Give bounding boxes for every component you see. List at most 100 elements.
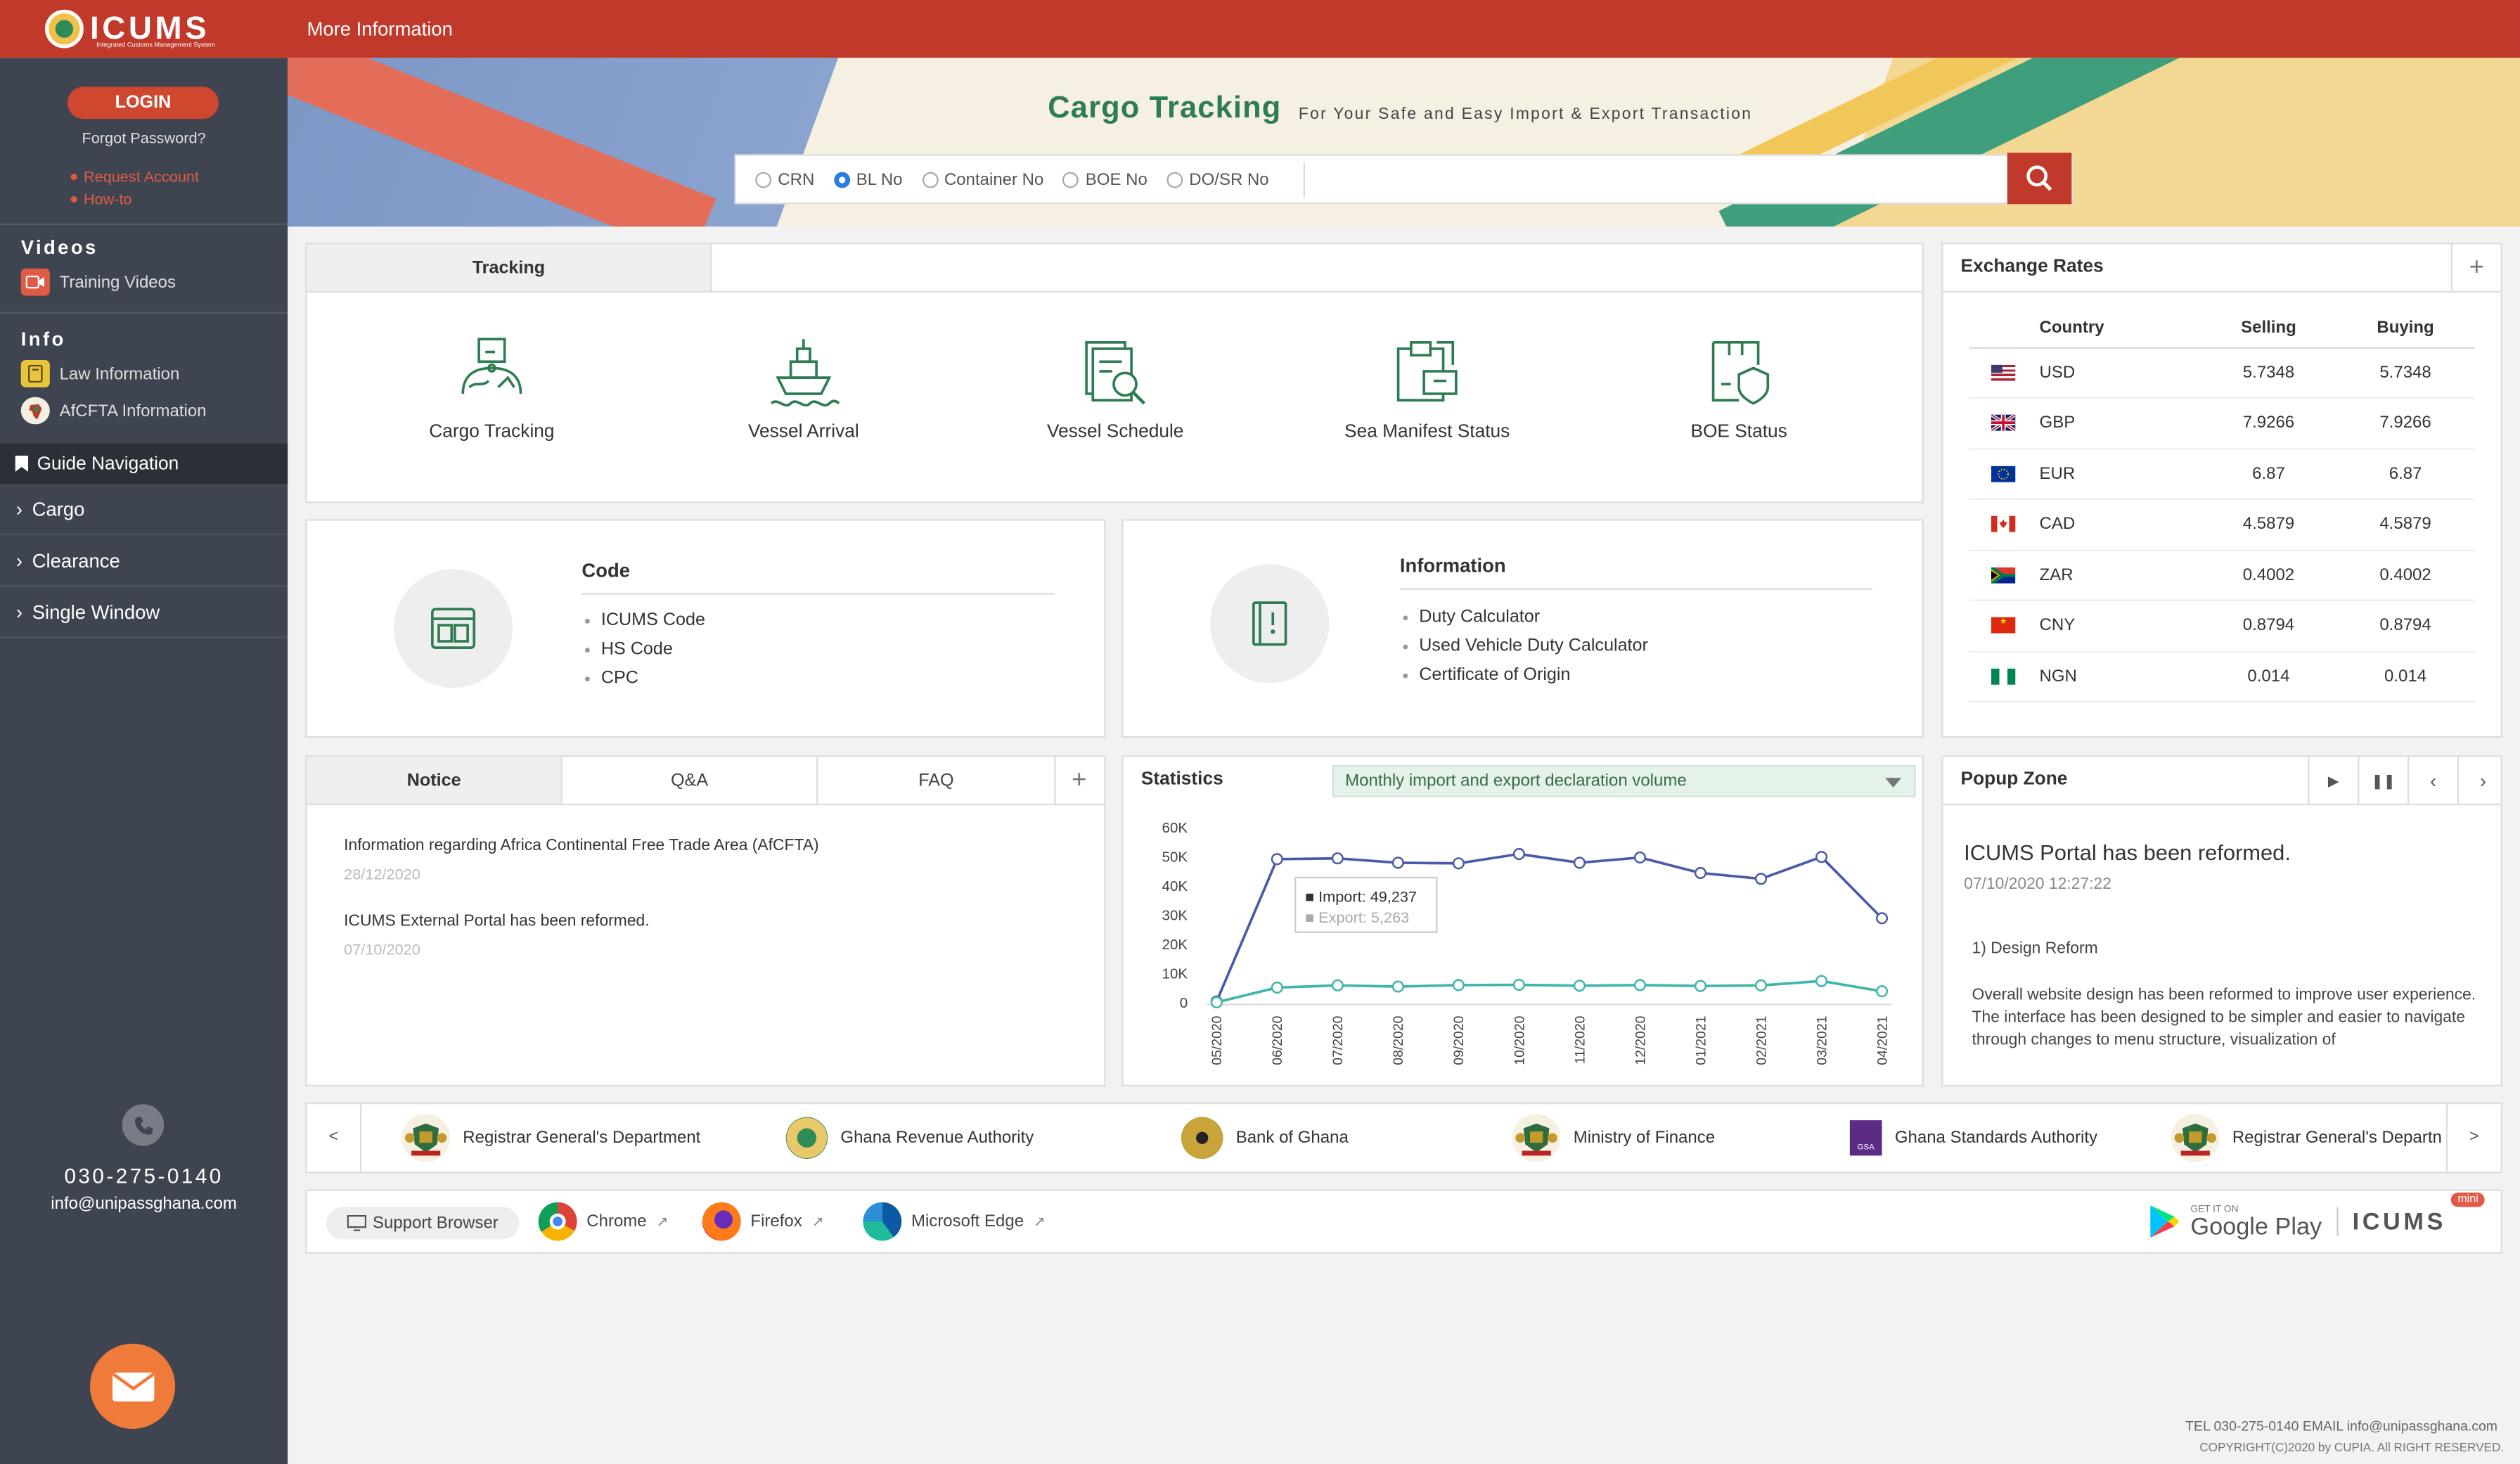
google-play-icon	[2150, 1205, 2180, 1238]
nav-item-cargo[interactable]: › Cargo	[0, 484, 288, 536]
edge-icon	[863, 1202, 902, 1241]
radio-button[interactable]	[1062, 171, 1079, 188]
mail-button[interactable]	[89, 1343, 176, 1429]
banner-stripe	[288, 58, 716, 227]
radio-label: BL No	[856, 169, 903, 189]
duty-calculator-link[interactable]: Duty Calculator	[1403, 603, 1647, 631]
x-tick-label: 02/2021	[1754, 1016, 1769, 1065]
icums-logo[interactable]: ICUMS Integrated Customs Management Syst…	[44, 8, 215, 49]
table-row: CAD 4.5879 4.5879	[1968, 499, 2475, 551]
partner-ghana-revenue-authority[interactable]: Ghana Revenue Authority	[785, 1114, 1034, 1162]
partner-registrar-generals-department[interactable]: Registrar General's Departn	[2171, 1113, 2448, 1162]
tracking-search-input[interactable]	[1303, 162, 1995, 198]
popup-body-text: Overall website design has been reformed…	[1972, 987, 2476, 1050]
popup-prev-button[interactable]: ‹	[2407, 757, 2457, 806]
data-point-import	[1754, 873, 1768, 885]
notice-item-title[interactable]: ICUMS External Portal has been reformed.	[344, 913, 649, 930]
gsa-logo-icon: GSA	[1849, 1120, 1882, 1156]
chrome-link[interactable]: Chrome ↗	[538, 1202, 669, 1241]
code-icon-circle	[393, 569, 513, 688]
china-flag-icon: ★	[1990, 617, 2015, 634]
cpc-link[interactable]: CPC	[585, 664, 705, 693]
used-vehicle-duty-calculator-link[interactable]: Used Vehicle Duty Calculator	[1403, 631, 1648, 660]
search-icon	[2026, 165, 2052, 191]
notice-item-title[interactable]: Information regarding Africa Continental…	[344, 837, 818, 855]
cargo-tracking-link[interactable]: Cargo Tracking	[371, 333, 612, 442]
support-email[interactable]: info@unipassghana.com	[0, 1194, 288, 1213]
statistics-select[interactable]: Monthly import and export declaration vo…	[1332, 764, 1916, 797]
x-tick-label: 12/2020	[1633, 1015, 1648, 1065]
sidebar-item-law-information[interactable]: Law Information	[20, 359, 179, 387]
data-point-export	[1512, 978, 1525, 991]
sidebar-item-training-videos[interactable]: Training Videos	[20, 268, 176, 296]
boe-status-link[interactable]: BOE Status	[1619, 333, 1860, 442]
pause-icon: ❚❚	[2371, 773, 2396, 790]
external-link-icon: ↗	[811, 1212, 824, 1229]
radio-button-selected[interactable]	[833, 171, 850, 188]
hs-code-link[interactable]: HS Code	[585, 635, 705, 664]
request-account-link[interactable]: Request Account	[71, 169, 199, 186]
chevron-right-icon: ›	[15, 548, 22, 572]
sidebar-divider	[0, 223, 288, 225]
radio-button[interactable]	[921, 171, 938, 188]
partner-bank-of-ghana[interactable]: ★ Bank of Ghana	[1181, 1114, 1349, 1162]
carousel-prev-button[interactable]: <	[307, 1104, 362, 1172]
tab-faq[interactable]: FAQ	[818, 757, 1056, 806]
selling-rate: 6.87	[2201, 448, 2336, 500]
more-information-link[interactable]: More Information	[307, 18, 453, 40]
nav-item-single-window[interactable]: › Single Window	[0, 586, 288, 638]
sidebar-item-afcfta-information[interactable]: AfCFTA Information	[20, 397, 207, 425]
play-icon: ▶	[2327, 773, 2339, 790]
radio-boe-no[interactable]: BOE No	[1062, 169, 1148, 189]
icums-code-link[interactable]: ICUMS Code	[585, 606, 705, 635]
vessel-arrival-link[interactable]: Vessel Arrival	[683, 333, 924, 442]
firefox-link[interactable]: Firefox ↗	[702, 1202, 824, 1241]
selling-column-header: Selling	[2201, 308, 2336, 348]
icums-mini-label: ICUMS	[2352, 1207, 2446, 1235]
radio-crn[interactable]: CRN	[755, 169, 814, 189]
radio-do-sr-no[interactable]: DO/SR No	[1166, 169, 1269, 189]
expand-plus-button[interactable]: +	[2450, 244, 2501, 293]
partner-carousel: < Registrar General's Department Ghana R…	[305, 1102, 2502, 1174]
partner-ghana-standards-authority[interactable]: GSA Ghana Standards Authority	[1849, 1114, 2097, 1162]
popup-play-button[interactable]: ▶	[2308, 757, 2358, 806]
y-tick-label: 60K	[1162, 820, 1188, 836]
exchange-rates-panel: Exchange Rates + Country Selling Buying …	[1941, 243, 2502, 738]
sea-manifest-status-link[interactable]: Sea Manifest Status	[1306, 333, 1548, 442]
notice-more-button[interactable]: +	[1054, 757, 1105, 806]
nav-item-clearance[interactable]: › Clearance	[0, 535, 288, 587]
certificate-of-origin-link[interactable]: Certificate of Origin	[1403, 660, 1647, 689]
series-line-export	[1216, 980, 1882, 1004]
data-point-export	[1573, 980, 1586, 992]
vessel-schedule-link[interactable]: Vessel Schedule	[995, 333, 1236, 442]
tab-tracking[interactable]: Tracking	[307, 244, 712, 293]
popup-pause-button[interactable]: ❚❚	[2358, 757, 2408, 806]
radio-bl-no[interactable]: BL No	[833, 169, 903, 189]
icums-mini-logo: ICUMS mini	[2352, 1191, 2485, 1235]
tab-notice[interactable]: Notice	[307, 757, 562, 806]
y-tick-label: 20K	[1162, 937, 1188, 953]
buying-rate: 7.9266	[2336, 397, 2475, 449]
vessel-schedule-icon	[1085, 341, 1146, 405]
partner-ministry-of-finance[interactable]: Ministry of Finance	[1512, 1113, 1715, 1162]
google-play-link[interactable]: GET IT ON Google Play ICUMS mini	[2149, 1191, 2485, 1239]
currency-code: ZAR	[2036, 549, 2201, 601]
how-to-link[interactable]: How-to	[71, 191, 132, 209]
search-button[interactable]	[2007, 153, 2072, 205]
selling-rate: 4.5879	[2201, 499, 2336, 551]
y-tick-label: 50K	[1162, 849, 1188, 866]
popup-next-button[interactable]: ›	[2457, 757, 2501, 806]
partner-registrar-generals-department[interactable]: Registrar General's Department	[401, 1113, 700, 1162]
carousel-next-button[interactable]: >	[2445, 1104, 2501, 1172]
radio-container-no[interactable]: Container No	[921, 169, 1043, 189]
forgot-password-link[interactable]: Forgot Password?	[0, 130, 288, 148]
radio-button[interactable]	[755, 171, 772, 188]
microsoft-edge-link[interactable]: Microsoft Edge ↗	[863, 1202, 1046, 1241]
currency-code: CNY	[2036, 600, 2201, 652]
x-tick-label: 08/2020	[1391, 1015, 1406, 1065]
login-button[interactable]: LOGIN	[67, 86, 219, 120]
banner-subtitle: For Your Safe and Easy Import & Export T…	[1298, 105, 1753, 124]
data-point-export	[1391, 980, 1404, 993]
radio-button[interactable]	[1166, 171, 1183, 188]
tab-qa[interactable]: Q&A	[562, 757, 818, 806]
